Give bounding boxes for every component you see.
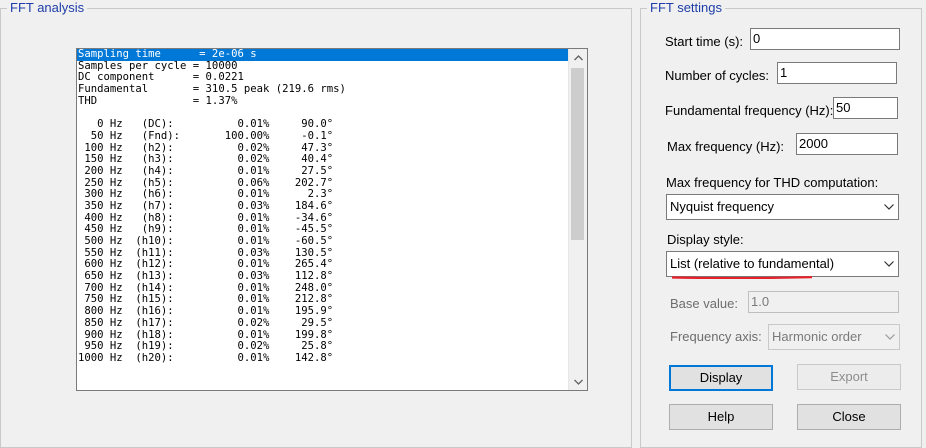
list-item[interactable]: Fundamental = 310.5 peak (219.6 rms) [77,83,569,96]
max-freq-field[interactable]: 2000 [796,133,898,155]
chevron-down-icon[interactable] [879,252,898,276]
chevron-down-icon[interactable] [879,195,898,219]
freq-axis-label: Frequency axis: [670,329,762,344]
list-item[interactable]: 350 Hz (h7): 0.03% 184.6° [77,200,569,213]
fund-freq-label: Fundamental frequency (Hz): [665,103,834,118]
list-scrollbar[interactable] [568,49,587,390]
display-style-value: List (relative to fundamental) [670,256,835,271]
fft-settings-title: FFT settings [647,0,726,16]
list-item[interactable]: Sampling time = 2e-06 s [77,49,569,61]
list-item[interactable]: 850 Hz (h17): 0.02% 29.5° [77,317,569,330]
scroll-thumb[interactable] [571,68,584,240]
close-button[interactable]: Close [797,404,901,430]
display-style-label: Display style: [667,232,744,247]
list-item[interactable]: 200 Hz (h4): 0.01% 27.5° [77,165,569,178]
fft-results-list[interactable]: Sampling time = 2e-06 s Samples per cycle… [77,49,569,390]
list-item[interactable]: 50 Hz (Fnd): 100.00% -0.1° [77,130,569,143]
max-freq-label: Max frequency (Hz): [667,139,785,154]
base-value-field: 1.0 [748,291,899,313]
fund-freq-field[interactable]: 50 [833,97,898,119]
help-button[interactable]: Help [669,404,773,430]
freq-axis-dropdown: Harmonic order [768,324,900,350]
red-underline-annotation [672,276,812,279]
base-value-label: Base value: [670,296,738,311]
chevron-down-icon [880,325,899,349]
freq-axis-value: Harmonic order [772,329,862,344]
list-item[interactable]: 500 Hz (h10): 0.01% -60.5° [77,235,569,248]
display-button[interactable]: Display [669,365,773,391]
fft-analysis-title: FFT analysis [7,0,88,16]
scroll-up-icon[interactable] [569,49,587,66]
start-time-label: Start time (s): [665,34,744,49]
list-item[interactable]: THD = 1.37% [77,95,569,108]
export-button: Export [797,364,901,390]
list-item[interactable]: 650 Hz (h13): 0.03% 112.8° [77,270,569,283]
thd-max-freq-label: Max frequency for THD computation: [666,175,879,190]
num-cycles-label: Number of cycles: [665,68,770,83]
display-style-dropdown[interactable]: List (relative to fundamental) [666,251,899,277]
thd-max-freq-dropdown[interactable]: Nyquist frequency [666,194,899,220]
thd-max-freq-value: Nyquist frequency [670,199,775,214]
start-time-field[interactable]: 0 [750,28,900,50]
scroll-down-icon[interactable] [569,373,587,390]
list-item[interactable]: 1000 Hz (h20): 0.01% 142.8° [77,352,569,365]
num-cycles-field[interactable]: 1 [777,62,897,84]
fft-results-listbox[interactable]: Sampling time = 2e-06 s Samples per cycle… [76,48,588,391]
